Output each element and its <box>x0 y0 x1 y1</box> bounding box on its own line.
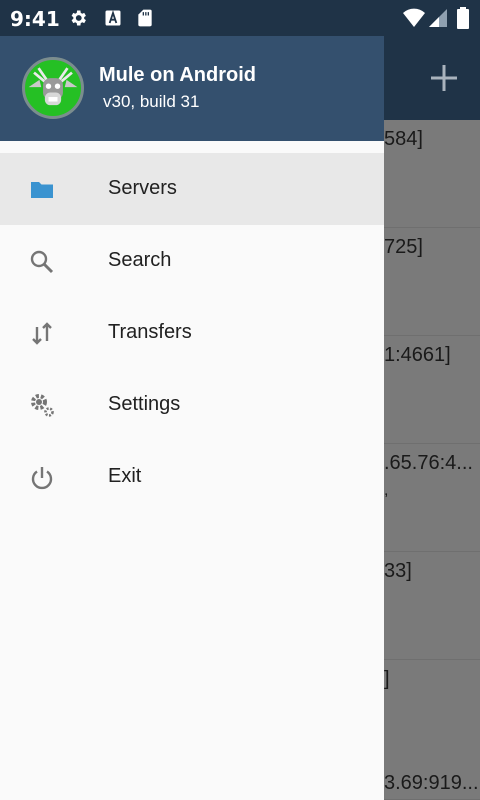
status-bar: 9:41 <box>0 0 480 36</box>
power-icon <box>31 467 53 490</box>
server-address: 1:4661] <box>384 344 451 366</box>
folder-icon <box>31 182 53 198</box>
font-icon <box>105 10 121 26</box>
server-address: 33] <box>384 560 412 582</box>
server-address: .65.76:4... <box>384 452 473 474</box>
drawer-header: Mule on Android v30, build 31 <box>0 36 384 141</box>
drawer-item-servers[interactable]: Servers <box>0 153 384 225</box>
server-address: ] <box>384 668 390 690</box>
drawer-menu: Servers Search Transfers Settings Exit <box>0 153 384 513</box>
drawer-item-exit[interactable]: Exit <box>0 441 384 513</box>
server-address: 3.69:919... <box>384 772 479 794</box>
drawer-item-label: Search <box>108 249 172 271</box>
server-address: 584] <box>384 128 423 150</box>
drawer-item-label: Settings <box>108 393 181 415</box>
app-logo <box>22 57 84 119</box>
gear-icon <box>71 10 86 26</box>
gears-icon <box>31 394 54 417</box>
drawer-item-transfers[interactable]: Transfers <box>0 297 384 369</box>
drawer-item-label: Transfers <box>108 321 192 343</box>
server-subtext: , <box>384 482 389 499</box>
search-icon <box>30 250 54 274</box>
sd-card-icon <box>138 9 152 27</box>
status-time: 9:41 <box>10 7 60 31</box>
battery-icon <box>457 7 469 29</box>
app-name: Mule on Android <box>99 64 257 86</box>
app-version: v30, build 31 <box>103 92 200 111</box>
drawer-item-label: Servers <box>108 177 177 199</box>
drawer-item-settings[interactable]: Settings <box>0 369 384 441</box>
navigation-drawer: Mule on Android v30, build 31 Servers Se… <box>0 36 384 800</box>
wifi-icon <box>403 8 425 27</box>
signal-icon <box>429 9 447 27</box>
drawer-item-label: Exit <box>108 465 142 487</box>
donkey-logo-icon <box>28 67 78 106</box>
drawer-item-search[interactable]: Search <box>0 225 384 297</box>
add-icon[interactable] <box>428 62 460 94</box>
server-address: 725] <box>384 236 423 258</box>
transfer-arrows-icon <box>32 322 52 345</box>
